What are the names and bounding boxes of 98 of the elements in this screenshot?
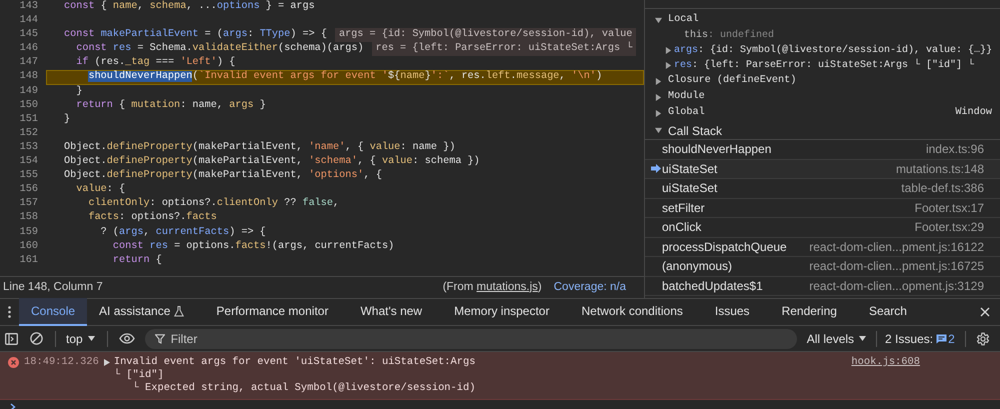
line-number: 148 [18,70,38,84]
filter-icon [154,334,165,344]
section-title[interactable]: Call Stack [668,122,722,140]
line-number: 156 [18,183,38,198]
coverage-info: Coverage: n/a [554,280,626,295]
code-line: const res = Schema.validateEither(schema)(args) res = {left: ParseError: uiStateSet:Args └ [46,42,644,56]
filter-field[interactable]: Filter [144,328,797,348]
issues-count[interactable]: 2 [936,330,955,348]
source-link[interactable]: mutations.js [476,280,538,293]
code-line: return { [112,254,163,268]
collapsed-triangle-icon[interactable] [665,47,672,54]
collapsed-triangle-icon[interactable] [665,62,672,69]
error-message-line: └ Expected string, actual Symbol(@livestore/session-id) [132,382,476,395]
line-number: 158 [18,211,38,226]
code-line: if (res._tag === 'Left') { [75,56,236,70]
expanded-triangle-icon[interactable] [655,127,662,134]
call-frame[interactable]: processDispatchQueue react-dom-clien...pment.js:16122 [645,238,1000,257]
drawer-tab[interactable]: Memory inspector [442,298,562,326]
call-frame[interactable]: (anonymous) react-dom-clien...pment.js:16725 [645,257,1000,276]
flask-icon [174,306,184,316]
line-number: 154 [18,155,38,170]
line-number: 144 [18,14,38,28]
line-number: 160 [18,240,38,254]
scope-label[interactable]: Module [668,89,705,105]
scope-variable[interactable]: args: {id: Symbol(@livestore/session-id), value: {…}} [674,43,992,58]
expanded-triangle-icon[interactable] [655,16,662,24]
drawer-tab[interactable]: AI assistance [87,298,196,326]
drawer-tab[interactable]: Console [19,298,88,326]
drawer-tab[interactable]: Performance monitor [204,298,340,326]
prompt-chevron-icon[interactable] [10,403,16,409]
call-frame[interactable]: batchedUpdates$1 react-dom-clien...opment.js:3129 [645,276,1000,296]
line-number: 155 [18,169,38,184]
drawer-tab[interactable]: Issues [702,298,762,326]
caret-icon [88,336,95,341]
line-number: 150 [18,98,38,113]
line-number: 159 [18,226,38,240]
scope-label[interactable]: Closure (defineEvent) [668,73,796,89]
drawer-tab[interactable]: Network conditions [569,298,695,326]
code-line: ? (args, currentFacts) => { [100,226,267,240]
drawer-tab[interactable]: What's new [348,298,434,326]
scope-label[interactable]: Global [668,105,705,121]
error-message-line: Invalid event args for event 'uiStateSet': uiStateSet:Args [114,356,476,368]
line-number: 153 [18,140,38,155]
code-line: const res = options.facts!(args, currentFacts) [112,240,396,254]
code-line: facts: options?.facts [87,211,218,226]
issues-label[interactable]: 2 Issues: [885,330,934,348]
collapsed-triangle-icon[interactable] [655,110,662,116]
line-number: 143 [18,0,38,14]
call-frame[interactable]: uiStateSet table-def.ts:386 [645,179,1000,198]
code-line: const { name, schema, ...options } = args [63,0,316,14]
line-number: 147 [18,56,38,70]
scope-variable[interactable]: this: undefined [674,28,774,43]
code-line: const makePartialEvent = (args: TType) => { args = {id: Symbol(@livestore/session-id), value [46,28,644,42]
collapsed-triangle-icon[interactable] [655,78,662,84]
message-icon [936,334,948,344]
code-line: Object.defineProperty(makePartialEvent, 'options', { [63,169,383,184]
call-frame[interactable]: setFilter Footer.tsx:17 [645,198,1000,218]
inline-value: res = {left: ParseError: uiStateSet:Args └ [372,42,636,56]
code-line: Object.defineProperty(makePartialEvent, 'schema', { value: schema }) [63,155,481,170]
scope-value: Window [955,106,992,120]
line-number: 149 [18,84,38,99]
line-number: 157 [18,197,38,212]
call-frame[interactable]: onClick Footer.tsx:29 [645,218,1000,238]
source-link[interactable]: hook.js:608 [851,356,920,369]
current-frame-arrow-icon [651,164,661,174]
line-number: 145 [18,28,38,42]
timestamp: 18:49:12.326 [24,356,99,369]
close-icon[interactable] [980,307,990,317]
code-line: return { mutation: name, args } [75,98,267,113]
drawer-tab[interactable]: Search [856,298,919,326]
sidebar-toggle-icon[interactable] [5,332,18,344]
call-frame[interactable]: uiStateSet mutations.ts:148 [645,160,1000,179]
line-number: 161 [18,254,38,268]
inline-value: args = {id: Symbol(@livestore/session-id), value [334,28,636,42]
eye-icon[interactable] [118,333,135,344]
error-icon [8,357,19,368]
scope-label[interactable]: Local [668,12,699,28]
clear-console-icon[interactable] [30,332,43,345]
expand-triangle-icon[interactable] [104,359,110,366]
code-line: value: { [75,183,126,198]
settings-icon[interactable] [976,332,990,346]
more-options-icon[interactable] [8,306,11,318]
error-message-line: └ ["id"] [114,369,165,381]
line-number: 151 [18,112,38,127]
line-number: 152 [18,126,38,141]
context-dropdown[interactable]: top [66,330,95,348]
code-line: Object.defineProperty(makePartialEvent, 'name', { value: name }) [63,140,456,155]
log-levels-dropdown[interactable]: All levels [806,330,866,348]
source-map-info: (From mutations.js) [442,280,542,295]
code-line: clientOnly: options?.clientOnly ?? false, [87,197,340,212]
code-line: } [63,112,72,127]
line-number: 146 [18,42,38,56]
drawer-tab[interactable]: Rendering [770,298,849,326]
caret-icon [859,336,866,341]
code-line: } [75,84,84,99]
cursor-position: Line 148, Column 7 [3,280,103,295]
collapsed-triangle-icon[interactable] [655,94,662,100]
scope-variable[interactable]: res: {left: ParseError: uiStateSet:Args └ ["id"] └ [674,58,974,73]
